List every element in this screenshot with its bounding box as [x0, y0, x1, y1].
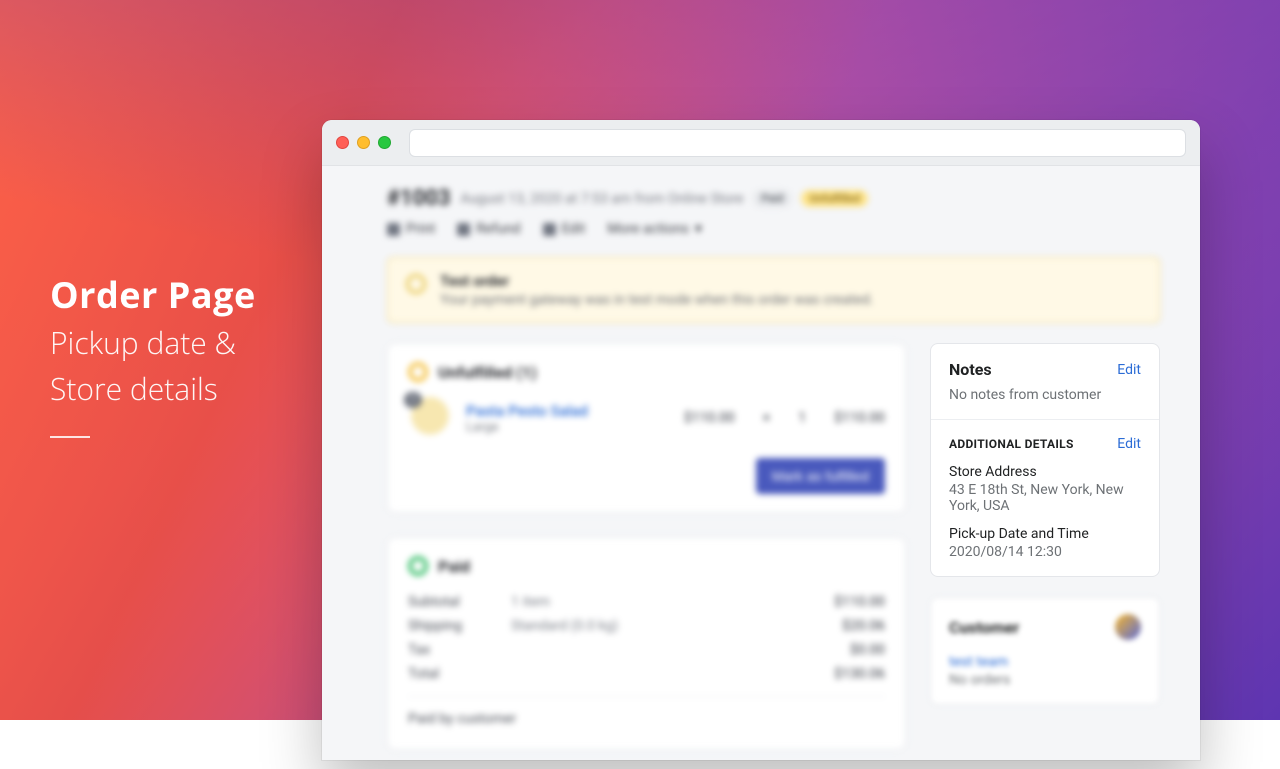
- more-actions-button[interactable]: More actions ▾: [607, 221, 702, 237]
- paid-card: Paid Subtotal1 item$110.00 ShippingStand…: [387, 537, 906, 750]
- line-total: $110.00: [834, 410, 885, 426]
- paid-heading: Paid: [438, 557, 470, 576]
- notes-details-card: Notes Edit No notes from customer ADDITI…: [930, 343, 1160, 577]
- qty-sep: ×: [763, 410, 770, 426]
- paid-status-icon: [408, 556, 428, 576]
- banner-subtitle: Your payment gateway was in test mode wh…: [440, 292, 874, 308]
- pickup-value: 2020/08/14 12:30: [949, 544, 1141, 560]
- order-header-area: #1003 August 13, 2020 at 7:53 am from On…: [387, 186, 1160, 323]
- payment-breakdown: Subtotal1 item$110.00 ShippingStandard (…: [408, 590, 885, 686]
- unfulfilled-heading: Unfulfilled (1): [438, 363, 537, 382]
- customer-card: Customer test team No orders: [930, 597, 1160, 705]
- banner-title: Test order: [440, 272, 874, 290]
- qty: 1: [798, 410, 806, 426]
- additional-details-title: ADDITIONAL DETAILS: [949, 437, 1074, 451]
- promo-caption: Order Page Pickup date & Store details: [50, 270, 256, 438]
- product-name[interactable]: Pasta Pesto Salad: [466, 402, 588, 420]
- notes-empty: No notes from customer: [949, 387, 1141, 403]
- pickup-label: Pick-up Date and Time: [949, 526, 1141, 542]
- caption-line1: Pickup date &: [50, 321, 256, 365]
- unit-price: $110.00: [684, 410, 735, 426]
- product-variant: Large: [466, 420, 588, 435]
- unfulfilled-card: Unfulfilled (1) Pasta Pesto Salad Large …: [387, 343, 906, 513]
- refund-icon: [457, 223, 470, 236]
- customer-title: Customer: [949, 618, 1019, 637]
- warning-icon: [406, 274, 426, 294]
- customer-avatar[interactable]: [1115, 614, 1141, 640]
- test-order-banner: Test order Your payment gateway was in t…: [387, 257, 1160, 323]
- status-unfulfilled-pill: Unfulfilled: [801, 190, 868, 207]
- status-paid-pill: Paid: [753, 190, 791, 207]
- edit-button[interactable]: Edit: [543, 221, 586, 237]
- line-item: Pasta Pesto Salad Large $110.00 × 1 $110…: [408, 396, 885, 440]
- order-number: #1003: [387, 186, 451, 211]
- caption-divider: [50, 436, 90, 438]
- order-page: #1003 August 13, 2020 at 7:53 am from On…: [322, 166, 1200, 760]
- details-edit-link[interactable]: Edit: [1117, 436, 1141, 452]
- caption-title: Order Page: [50, 270, 256, 319]
- customer-orders: No orders: [949, 672, 1141, 688]
- store-address-value: 43 E 18th St, New York, New York, USA: [949, 482, 1141, 514]
- window-zoom-icon[interactable]: [378, 136, 391, 149]
- unfulfilled-status-icon: [408, 362, 428, 382]
- notes-edit-link[interactable]: Edit: [1117, 362, 1141, 378]
- window-close-icon[interactable]: [336, 136, 349, 149]
- refund-button[interactable]: Refund: [457, 221, 520, 237]
- paid-by-label: Paid by customer: [408, 711, 516, 727]
- print-button[interactable]: Print: [387, 221, 435, 237]
- edit-icon: [543, 223, 556, 236]
- notes-title: Notes: [949, 360, 992, 379]
- print-icon: [387, 223, 400, 236]
- browser-window: #1003 August 13, 2020 at 7:53 am from On…: [322, 120, 1200, 760]
- window-titlebar: [322, 120, 1200, 166]
- order-meta: August 13, 2020 at 7:53 am from Online S…: [461, 191, 744, 207]
- product-thumb: [408, 396, 452, 440]
- window-minimize-icon[interactable]: [357, 136, 370, 149]
- order-actions: Print Refund Edit More actions ▾: [387, 221, 1160, 237]
- address-bar[interactable]: [409, 129, 1186, 157]
- store-address-label: Store Address: [949, 464, 1141, 480]
- mark-fulfilled-button[interactable]: Mark as fulfilled: [756, 458, 885, 494]
- caption-line2: Store details: [50, 367, 256, 411]
- customer-name-link[interactable]: test team: [949, 654, 1141, 670]
